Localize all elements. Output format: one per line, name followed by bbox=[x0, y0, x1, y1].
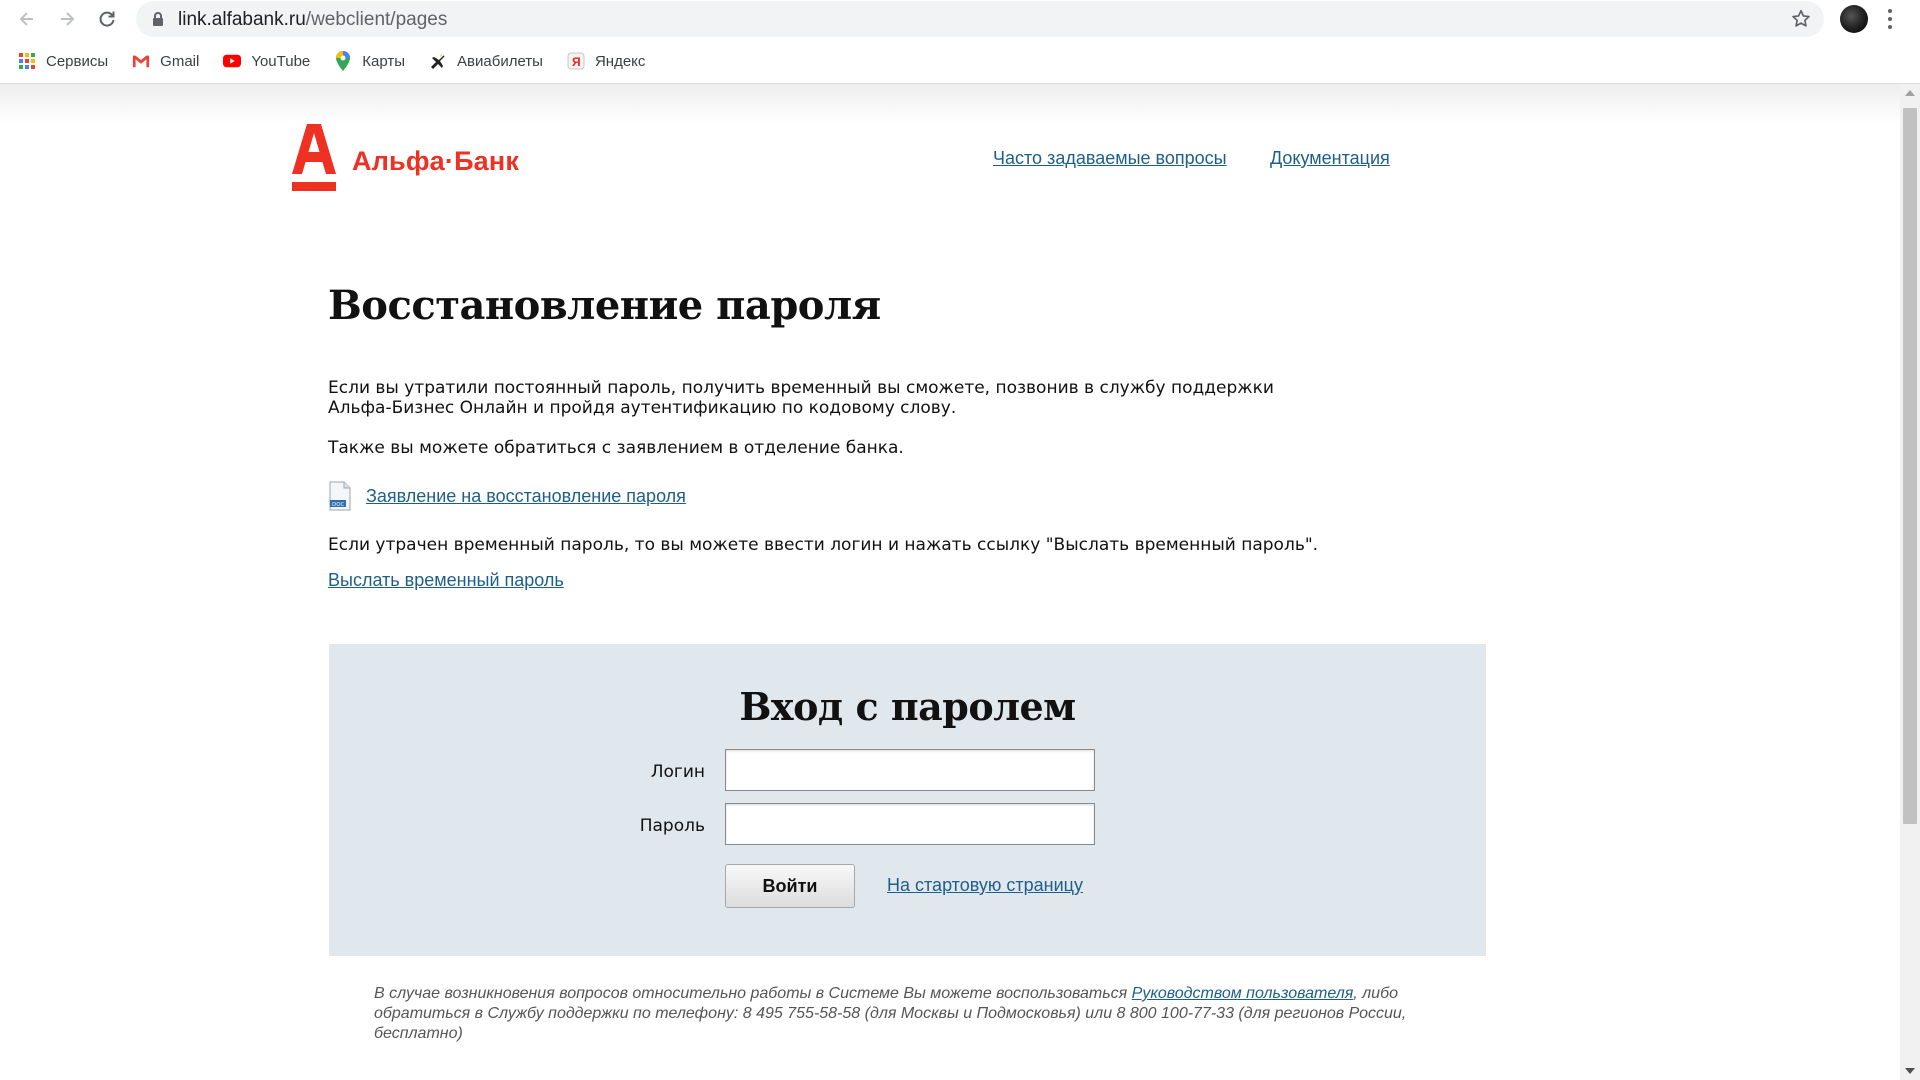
recovery-application-link[interactable]: Заявление на восстановление пароля bbox=[366, 486, 686, 507]
url-host: link.alfabank.ru bbox=[178, 9, 306, 30]
bank-branch-note: Также вы можете обратиться с заявлением … bbox=[328, 438, 904, 458]
doc-file-icon: DOC bbox=[329, 481, 351, 511]
page-content: Альфа·Банк Часто задаваемые вопросы Доку… bbox=[0, 84, 1900, 1080]
login-input[interactable] bbox=[725, 749, 1095, 791]
maps-pin-icon bbox=[334, 51, 352, 71]
page-scrollbar[interactable] bbox=[1900, 84, 1920, 1080]
apps-grid-icon bbox=[18, 52, 36, 70]
gmail-icon bbox=[132, 52, 150, 70]
plane-icon bbox=[429, 52, 447, 70]
bookmark-gmail[interactable]: Gmail bbox=[132, 46, 199, 76]
svg-text:DOC: DOC bbox=[332, 502, 345, 508]
youtube-icon bbox=[223, 52, 242, 70]
bookmark-star-icon[interactable] bbox=[1790, 8, 1812, 30]
url-text: link.alfabank.ru/webclient/pages bbox=[178, 9, 447, 31]
address-bar[interactable]: link.alfabank.ru/webclient/pages bbox=[136, 1, 1824, 37]
send-temporary-password-link[interactable]: Выслать временный пароль bbox=[328, 570, 564, 591]
login-panel: Вход с паролем Логин Пароль Войти На ста… bbox=[329, 644, 1486, 956]
temporary-password-note: Если утрачен временный пароль, то вы мож… bbox=[328, 535, 1319, 555]
bookmark-label: Gmail bbox=[160, 52, 200, 70]
bookmark-label: Карты bbox=[362, 52, 406, 70]
logo-text: Альфа·Банк bbox=[352, 146, 520, 176]
url-path: /webclient/pages bbox=[305, 9, 448, 30]
bookmark-aviatickets[interactable]: Авиабилеты bbox=[429, 46, 543, 76]
login-title: Вход с паролем bbox=[739, 684, 1076, 729]
bookmark-label: YouTube bbox=[251, 52, 311, 70]
scrollbar-thumb[interactable] bbox=[1903, 108, 1917, 824]
application-download-row: DOC Заявление на восстановление пароля bbox=[328, 481, 686, 511]
password-input[interactable] bbox=[725, 803, 1095, 845]
bookmark-label: Сервисы bbox=[46, 52, 109, 70]
arrow-left-icon bbox=[19, 12, 33, 26]
footer-text-start: В случае возникновения вопросов относите… bbox=[374, 985, 1132, 1002]
reload-icon bbox=[99, 11, 115, 27]
alfa-logo-icon bbox=[292, 124, 336, 191]
faq-link[interactable]: Часто задаваемые вопросы bbox=[993, 148, 1227, 169]
documentation-link[interactable]: Документация bbox=[1270, 148, 1390, 169]
reload-button[interactable] bbox=[92, 4, 122, 34]
yandex-icon: Я bbox=[567, 52, 585, 70]
svg-text:Я: Я bbox=[572, 55, 581, 69]
header-shadow bbox=[0, 84, 1900, 124]
support-footer-note: В случае возникновения вопросов относите… bbox=[374, 984, 1434, 1044]
bookmarks-bar: Сервисы Gmail YouTube Карты Авиабилеты Я… bbox=[0, 40, 1920, 82]
recovery-instructions: Если вы утратили постоянный пароль, полу… bbox=[328, 378, 1274, 418]
bookmark-services[interactable]: Сервисы bbox=[18, 46, 108, 76]
page-title: Восстановление пароля bbox=[328, 282, 881, 329]
bookmark-maps[interactable]: Карты bbox=[334, 46, 405, 76]
browser-menu-button[interactable] bbox=[1882, 6, 1898, 32]
back-button[interactable] bbox=[12, 4, 42, 34]
bookmark-youtube[interactable]: YouTube bbox=[223, 46, 310, 76]
bookmark-label: Авиабилеты bbox=[457, 52, 543, 70]
profile-avatar[interactable] bbox=[1840, 5, 1868, 33]
bookmark-yandex[interactable]: Я Яндекс bbox=[567, 46, 645, 76]
forward-button[interactable] bbox=[52, 4, 82, 34]
password-label: Пароль bbox=[639, 816, 705, 836]
scroll-down-arrow-icon[interactable] bbox=[1905, 1068, 1915, 1074]
lock-icon bbox=[153, 12, 163, 26]
login-submit-button[interactable]: Войти bbox=[725, 864, 855, 908]
bookmark-label: Яндекс bbox=[594, 52, 646, 70]
alfa-bank-logo[interactable]: Альфа·Банк bbox=[292, 124, 519, 192]
scroll-up-arrow-icon[interactable] bbox=[1905, 90, 1915, 96]
home-page-link[interactable]: На стартовую страницу bbox=[887, 875, 1083, 896]
arrow-right-icon bbox=[61, 12, 75, 26]
user-guide-link[interactable]: Руководством пользователя bbox=[1132, 985, 1354, 1002]
browser-toolbar: link.alfabank.ru/webclient/pages bbox=[0, 0, 1920, 38]
login-label: Логин bbox=[650, 762, 705, 782]
